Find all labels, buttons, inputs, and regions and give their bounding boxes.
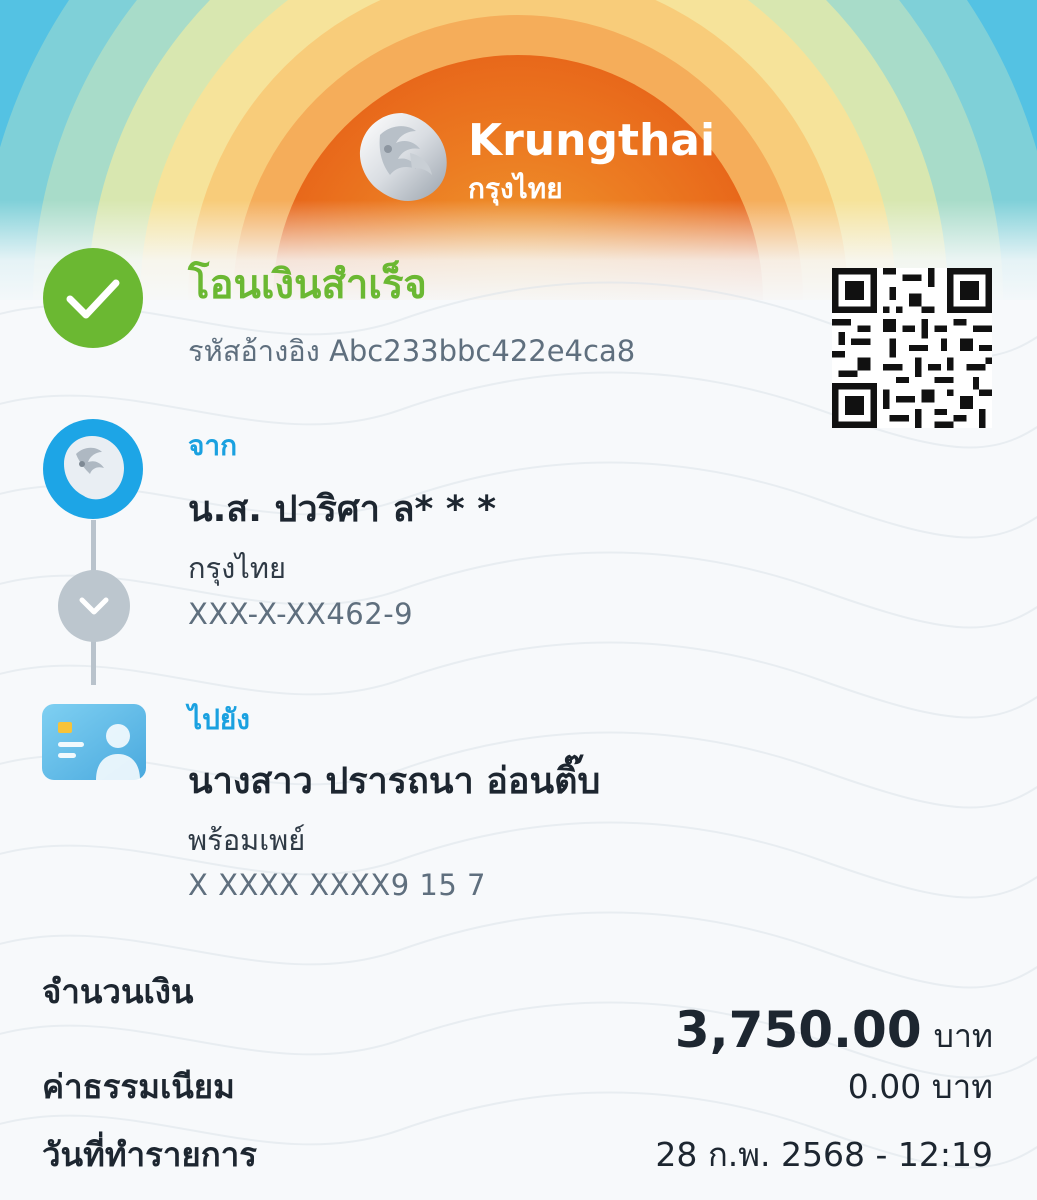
qr-code-icon[interactable] [832, 268, 992, 428]
reference-row: รหัสอ้างอิง Abc233bbc422e4ca8 [188, 328, 635, 374]
brand-logo: Krungthai กรุงไทย [350, 105, 715, 215]
receiver-name: นางสาว ปรารถนา อ่อนติ๊บ [188, 761, 601, 802]
receiver-account: X XXXX XXXX9 15 7 [188, 868, 486, 902]
reference-code: Abc233bbc422e4ca8 [329, 334, 636, 368]
date-value: 28 ก.พ. 2568 - 12:19 [655, 1135, 993, 1174]
to-label: ไปยัง [188, 703, 250, 736]
krungthai-avatar-icon [43, 419, 143, 519]
status-title: โอนเงินสำเร็จ [188, 262, 427, 308]
date-label: วันที่ทำรายการ [42, 1135, 257, 1174]
check-circle-icon [43, 248, 143, 348]
chevron-down-icon [79, 597, 109, 615]
amount-label: จำนวนเงิน [42, 972, 194, 1011]
brand-name: Krungthai [468, 115, 716, 166]
fee-label: ค่าธรรมเนียม [42, 1067, 235, 1106]
amount-unit: บาท [933, 1017, 993, 1055]
header-banner: Krungthai กรุงไทย [0, 0, 1037, 300]
brand-thai-name: กรุงไทย [468, 172, 563, 205]
sender-name: น.ส. ปวริศา ล* * * [188, 489, 497, 530]
chevron-circle [58, 570, 130, 642]
amount-value: 3,750.00 [674, 1001, 922, 1059]
receiver-service: พร้อมเพย์ [188, 823, 306, 857]
sender-bank: กรุงไทย [188, 551, 286, 585]
reference-label: รหัสอ้างอิง [188, 334, 320, 368]
transfer-slip: Krungthai กรุงไทย โอนเงินสำเร็จ รหัสอ้าง… [0, 0, 1037, 1200]
id-card-icon [42, 704, 146, 780]
phoenix-emblem-icon [359, 113, 447, 201]
from-label: จาก [188, 429, 238, 462]
sender-account: XXX-X-XX462-9 [188, 597, 414, 631]
fee-value: 0.00 บาท [847, 1067, 993, 1106]
